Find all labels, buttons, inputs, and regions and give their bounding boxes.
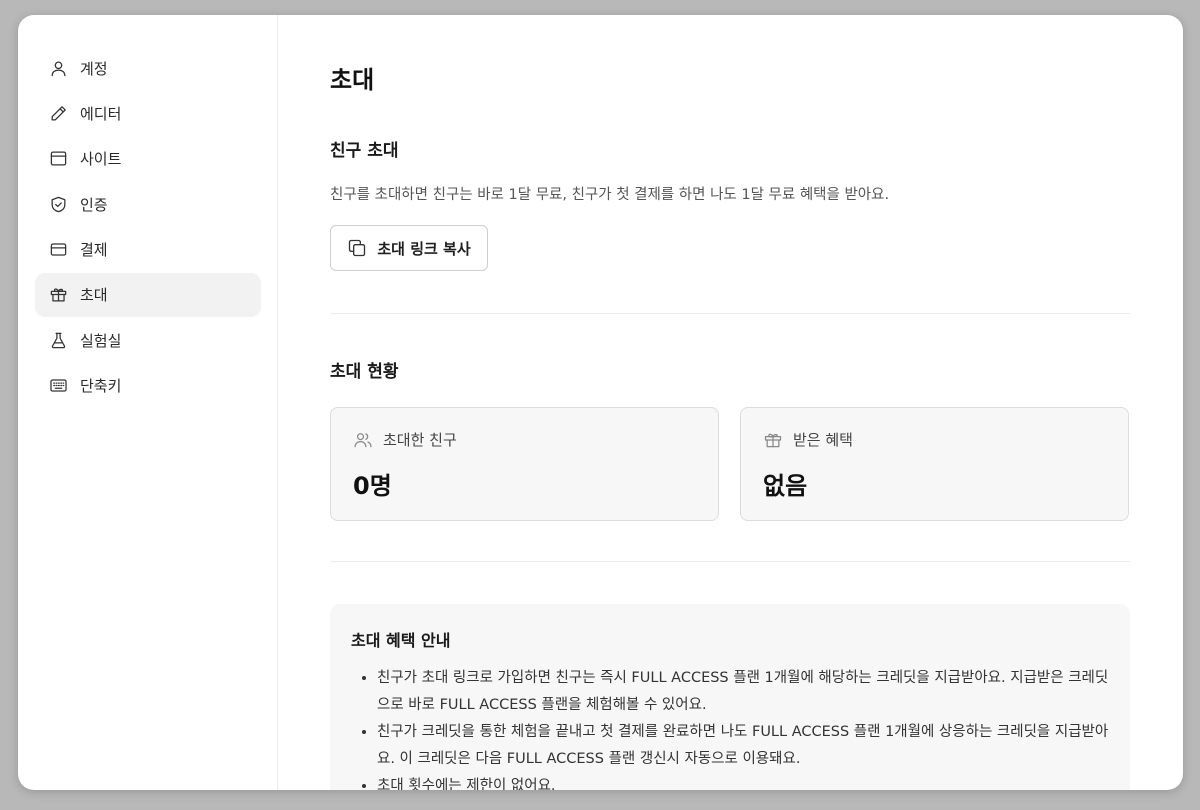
status-section-title: 초대 현황 [330, 362, 399, 382]
gift-icon [48, 285, 68, 305]
guide-title: 초대 혜택 안내 [351, 631, 451, 650]
section-divider [330, 313, 1130, 314]
copy-invite-link-button[interactable]: 초대 링크 복사 [330, 225, 488, 271]
sidebar-item-label: 결제 [80, 241, 108, 260]
sidebar-item-label: 사이트 [80, 150, 122, 169]
sidebar-item-label: 계정 [80, 59, 108, 78]
shield-check-icon [48, 194, 68, 214]
list-item: 친구가 초대 링크로 가입하면 친구는 즉시 FULL ACCESS 플랜 1개… [377, 665, 1109, 719]
pencil-icon [48, 103, 68, 123]
list-item: 초대 횟수에는 제한이 없어요. [377, 773, 1109, 790]
invite-description: 친구를 초대하면 친구는 바로 1달 무료, 친구가 첫 결제를 하면 나도 1… [330, 187, 890, 203]
sidebar-item-shortcuts[interactable]: 단축키 [35, 364, 261, 408]
sidebar-item-invite[interactable]: 초대 [35, 272, 261, 317]
keyboard-icon [48, 376, 68, 396]
browser-icon [48, 149, 68, 169]
sidebar-item-label: 실험실 [80, 331, 122, 350]
sidebar-item-labs[interactable]: 실험실 [35, 318, 261, 362]
invited-friends-label: 초대한 친구 [383, 431, 457, 449]
sidebar-item-account[interactable]: 계정 [35, 46, 261, 90]
section-divider [330, 561, 1130, 562]
sidebar: 계정 에디터 사이트 인증 결제 초대 실험실 단축키 [18, 15, 278, 790]
credit-card-icon [48, 240, 68, 260]
copy-icon [347, 238, 367, 258]
main-content: 초대 친구 초대 친구를 초대하면 친구는 바로 1달 무료, 친구가 첫 결제… [278, 15, 1183, 790]
sidebar-item-label: 인증 [80, 195, 108, 214]
guide-list: 친구가 초대 링크로 가입하면 친구는 즉시 FULL ACCESS 플랜 1개… [351, 665, 1109, 790]
sidebar-item-editor[interactable]: 에디터 [35, 91, 261, 135]
settings-window: 계정 에디터 사이트 인증 결제 초대 실험실 단축키 초대 친구 초대 친구를… [18, 15, 1183, 790]
page-title: 초대 [330, 66, 375, 94]
sidebar-item-label: 단축키 [80, 377, 122, 396]
invite-benefits-guide: 초대 혜택 안내 친구가 초대 링크로 가입하면 친구는 즉시 FULL ACC… [330, 604, 1130, 790]
sidebar-item-label: 에디터 [80, 104, 122, 123]
users-icon [353, 430, 373, 450]
sidebar-item-auth[interactable]: 인증 [35, 182, 261, 226]
rewards-value: 없음 [763, 472, 808, 500]
rewards-label: 받은 혜택 [793, 431, 853, 449]
invited-friends-value: 0명 [353, 472, 392, 500]
invited-friends-card: 초대한 친구 0명 [330, 407, 719, 521]
user-icon [48, 58, 68, 78]
rewards-card: 받은 혜택 없음 [740, 407, 1129, 521]
invite-section-title: 친구 초대 [330, 141, 399, 161]
sidebar-item-site[interactable]: 사이트 [35, 137, 261, 181]
copy-button-label: 초대 링크 복사 [377, 239, 471, 258]
sidebar-item-label: 초대 [80, 286, 108, 305]
list-item: 친구가 크레딧을 통한 체험을 끝내고 첫 결제를 완료하면 나도 FULL A… [377, 719, 1109, 773]
gift-icon [763, 430, 783, 450]
sidebar-item-billing[interactable]: 결제 [35, 228, 261, 272]
flask-icon [48, 330, 68, 350]
